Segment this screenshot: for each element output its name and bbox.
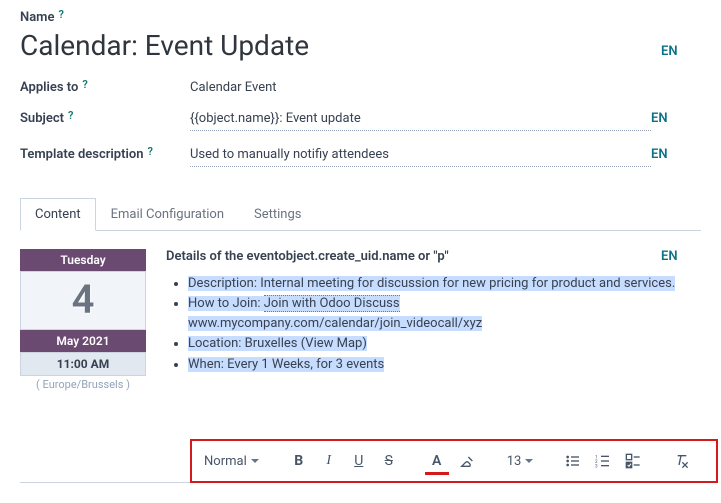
help-icon[interactable]: ? <box>147 145 152 158</box>
calendar-monthyear: May 2021 <box>20 330 146 352</box>
svg-text:3: 3 <box>595 464 598 469</box>
applies-to-value[interactable]: Calendar Event <box>190 80 651 95</box>
template-desc-label: Template description? <box>20 147 190 162</box>
help-icon[interactable]: ? <box>68 109 73 122</box>
highlight-button[interactable] <box>453 447 481 475</box>
subject-value[interactable]: {{object.name}}: Event update <box>190 111 651 131</box>
template-desc-value[interactable]: Used to manually notifiy attendees <box>190 147 651 167</box>
detail-desc-label: Description: <box>188 276 260 291</box>
remove-format-button[interactable] <box>667 447 695 475</box>
tab-settings[interactable]: Settings <box>239 198 316 231</box>
details-area[interactable]: Details of the eventobject.create_uid.na… <box>166 249 701 375</box>
help-icon[interactable]: ? <box>58 8 63 21</box>
lang-badge[interactable]: EN <box>661 249 701 264</box>
chevron-down-icon <box>251 459 259 463</box>
ordered-list-button[interactable]: 1 2 3 <box>589 447 617 475</box>
tab-email-config[interactable]: Email Configuration <box>96 198 239 231</box>
underline-button[interactable]: U <box>345 447 373 475</box>
details-list[interactable]: Description: Internal meeting for discus… <box>166 274 701 375</box>
lang-badge[interactable]: EN <box>651 111 691 126</box>
style-select[interactable]: Normal <box>198 454 265 469</box>
calendar-time: 11:00 AM <box>20 352 146 376</box>
calendar-timezone: ( Europe/Brussels ) <box>20 376 146 391</box>
tab-bar: Content Email Configuration Settings <box>20 197 701 231</box>
detail-how-to-join[interactable]: How to Join: Join with Odoo Discuss www.… <box>188 294 701 334</box>
italic-button[interactable]: I <box>315 447 343 475</box>
name-label: Name? <box>20 10 64 25</box>
chevron-down-icon <box>525 459 533 463</box>
strike-button[interactable]: S <box>375 447 403 475</box>
detail-description[interactable]: Description: Internal meeting for discus… <box>188 274 701 294</box>
text-color-button[interactable]: A <box>423 447 451 475</box>
bold-button[interactable]: B <box>285 447 313 475</box>
unordered-list-button[interactable] <box>559 447 587 475</box>
applies-to-label: Applies to? <box>20 80 190 95</box>
detail-how-link[interactable]: Join with Odoo Discuss <box>264 295 400 312</box>
name-field-header: Name? <box>20 10 701 25</box>
code-view-button[interactable] <box>715 447 721 475</box>
detail-desc-body: Internal meeting for discussion for new … <box>260 276 675 291</box>
details-heading: Details of the eventobject.create_uid.na… <box>166 249 449 264</box>
template-title[interactable]: Calendar: Event Update <box>20 29 309 62</box>
detail-how-url[interactable]: www.mycompany.com/calendar/join_videocal… <box>188 316 482 331</box>
calendar-day: 4 <box>20 271 146 330</box>
font-size-select[interactable]: 13 <box>501 454 540 469</box>
detail-location[interactable]: Location: Bruxelles (View Map) <box>188 334 701 354</box>
detail-how-label: How to Join: <box>188 296 264 311</box>
help-icon[interactable]: ? <box>82 78 87 91</box>
calendar-preview: Tuesday 4 May 2021 11:00 AM ( Europe/Bru… <box>20 249 146 391</box>
lang-badge[interactable]: EN <box>661 44 701 59</box>
calendar-weekday: Tuesday <box>20 249 146 271</box>
subject-label: Subject? <box>20 111 190 126</box>
checklist-button[interactable] <box>619 447 647 475</box>
detail-when[interactable]: When: Every 1 Weeks, for 3 events <box>188 355 701 375</box>
lang-badge[interactable]: EN <box>651 147 691 162</box>
tab-content[interactable]: Content <box>20 198 96 231</box>
editor-toolbar: Normal B I U S A 13 <box>190 439 718 483</box>
